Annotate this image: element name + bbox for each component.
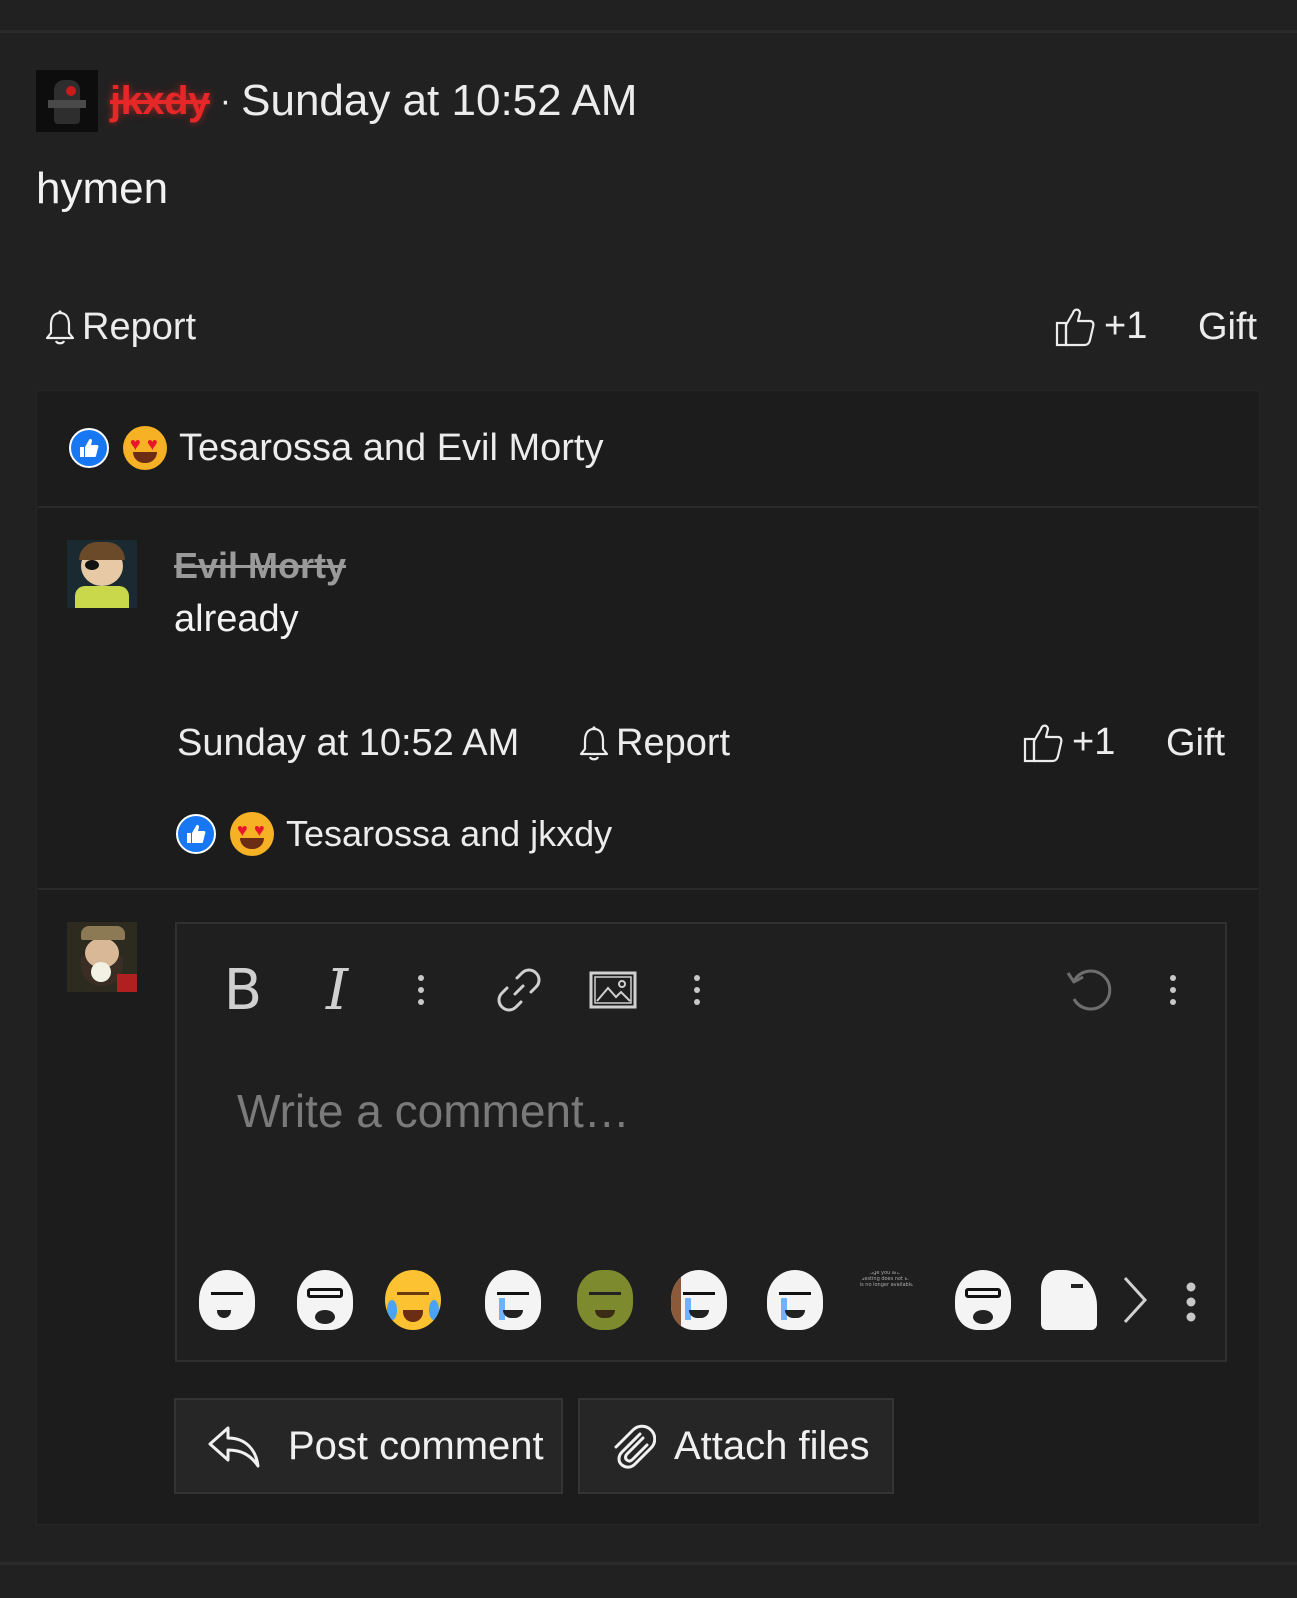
post-author[interactable]: jkxdy [110,79,210,124]
undo-icon [1066,969,1112,1011]
vertical-dots-icon [694,975,700,1005]
report-label: Report [82,306,197,348]
comment-report-button[interactable]: Report [578,722,730,765]
vertical-dots-icon [1170,975,1176,1005]
soyjak-glasses-2-icon[interactable] [955,1270,1011,1330]
post-body: hymen [36,164,169,213]
comment-timestamp[interactable]: Sunday at 10:52 AM [177,722,519,765]
vertical-dots-icon [1186,1282,1196,1322]
italic-icon: I [325,957,349,1023]
image-icon [589,971,637,1009]
emoji-more-button[interactable] [1185,1282,1199,1326]
comment-gift-button[interactable]: Gift [1166,722,1225,765]
bell-icon [44,309,76,347]
broken-image-icon[interactable]: The image you are requesting does not ex… [853,1270,917,1330]
link-icon [497,968,541,1012]
comment-input[interactable]: Write a comment… [237,1084,630,1138]
vertical-dots-icon [418,975,424,1005]
tears-of-joy-icon[interactable] [385,1270,441,1330]
comment-reactions[interactable]: ♥ ♥ Tesarossa and jkxdy [176,812,612,856]
chevron-right-icon [1123,1276,1148,1324]
comment-reactions-text[interactable]: Tesarossa and jkxdy [286,813,612,855]
bell-icon [578,725,610,763]
thumbs-up-icon [1054,304,1096,348]
editor-more-button[interactable] [1163,962,1183,1018]
comment-body: already [174,598,299,640]
comment-plus-one-button[interactable]: +1 [1022,720,1115,764]
post-reactions[interactable]: ♥ ♥ Tesarossa and Evil Morty [69,426,604,470]
thumbs-up-icon [1022,720,1064,764]
crying-wojak-2-icon[interactable] [671,1270,727,1330]
post-timestamp[interactable]: Sunday at 10:52 AM [241,76,637,126]
italic-button[interactable]: I [317,958,357,1023]
editor-toolbar: B I [177,924,1225,1054]
comment-avatar[interactable] [67,540,137,608]
gift-button[interactable]: Gift [1198,306,1257,349]
gift-label: Gift [1166,722,1226,764]
divider [38,506,1258,508]
comment-author[interactable]: Evil Morty [174,545,346,587]
undo-button[interactable] [1063,962,1115,1018]
bold-button[interactable]: B [223,958,263,1023]
heart-eyes-reaction-icon: ♥ ♥ [123,426,167,470]
heart-eyes-reaction-icon: ♥ ♥ [230,812,274,856]
like-reaction-icon [69,428,109,468]
emoji-next-button[interactable] [1117,1272,1151,1332]
link-button[interactable] [493,962,545,1018]
comment-time-label: Sunday at 10:52 AM [177,722,520,764]
divider [38,888,1258,890]
comment-editor[interactable]: B I Write a comment… The image you are r… [175,922,1227,1362]
post-comment-button[interactable]: Post comment [174,1398,563,1494]
post-header: jkxdy · Sunday at 10:52 AM [36,70,637,132]
crying-wojak-3-icon[interactable] [767,1270,823,1330]
plus-one-button[interactable]: +1 [1054,304,1147,348]
report-button[interactable]: Report [44,306,196,349]
smirk-wojak-icon[interactable] [199,1270,255,1330]
crying-wojak-icon[interactable] [485,1270,541,1330]
shrek-icon[interactable] [577,1270,633,1330]
bottom-divider [0,1562,1297,1565]
more-insert-options-button[interactable] [687,962,707,1018]
wojak-side-icon[interactable] [1041,1270,1097,1330]
current-user-avatar[interactable] [67,922,137,992]
reply-icon [208,1426,260,1468]
avatar[interactable] [36,70,98,132]
emoji-bar: The image you are requesting does not ex… [177,1264,1225,1344]
paperclip-icon [614,1424,656,1469]
broken-image-text: The image you are requesting does not ex… [853,1270,917,1288]
plus-one-label: +1 [1104,304,1148,347]
plus-one-label: +1 [1072,720,1116,763]
attach-files-label: Attach files [674,1423,870,1468]
top-divider [0,30,1297,33]
like-reaction-icon [176,814,216,854]
more-text-options-button[interactable] [411,962,431,1018]
gift-label: Gift [1198,306,1258,348]
attach-files-button[interactable]: Attach files [578,1398,894,1494]
separator: · [219,81,232,120]
soyjak-glasses-icon[interactable] [297,1270,353,1330]
post-reactions-text[interactable]: Tesarossa and Evil Morty [179,427,604,470]
report-label: Report [616,722,731,764]
bold-icon: B [223,957,263,1023]
post-comment-label: Post comment [288,1423,544,1468]
image-button[interactable] [587,962,639,1018]
